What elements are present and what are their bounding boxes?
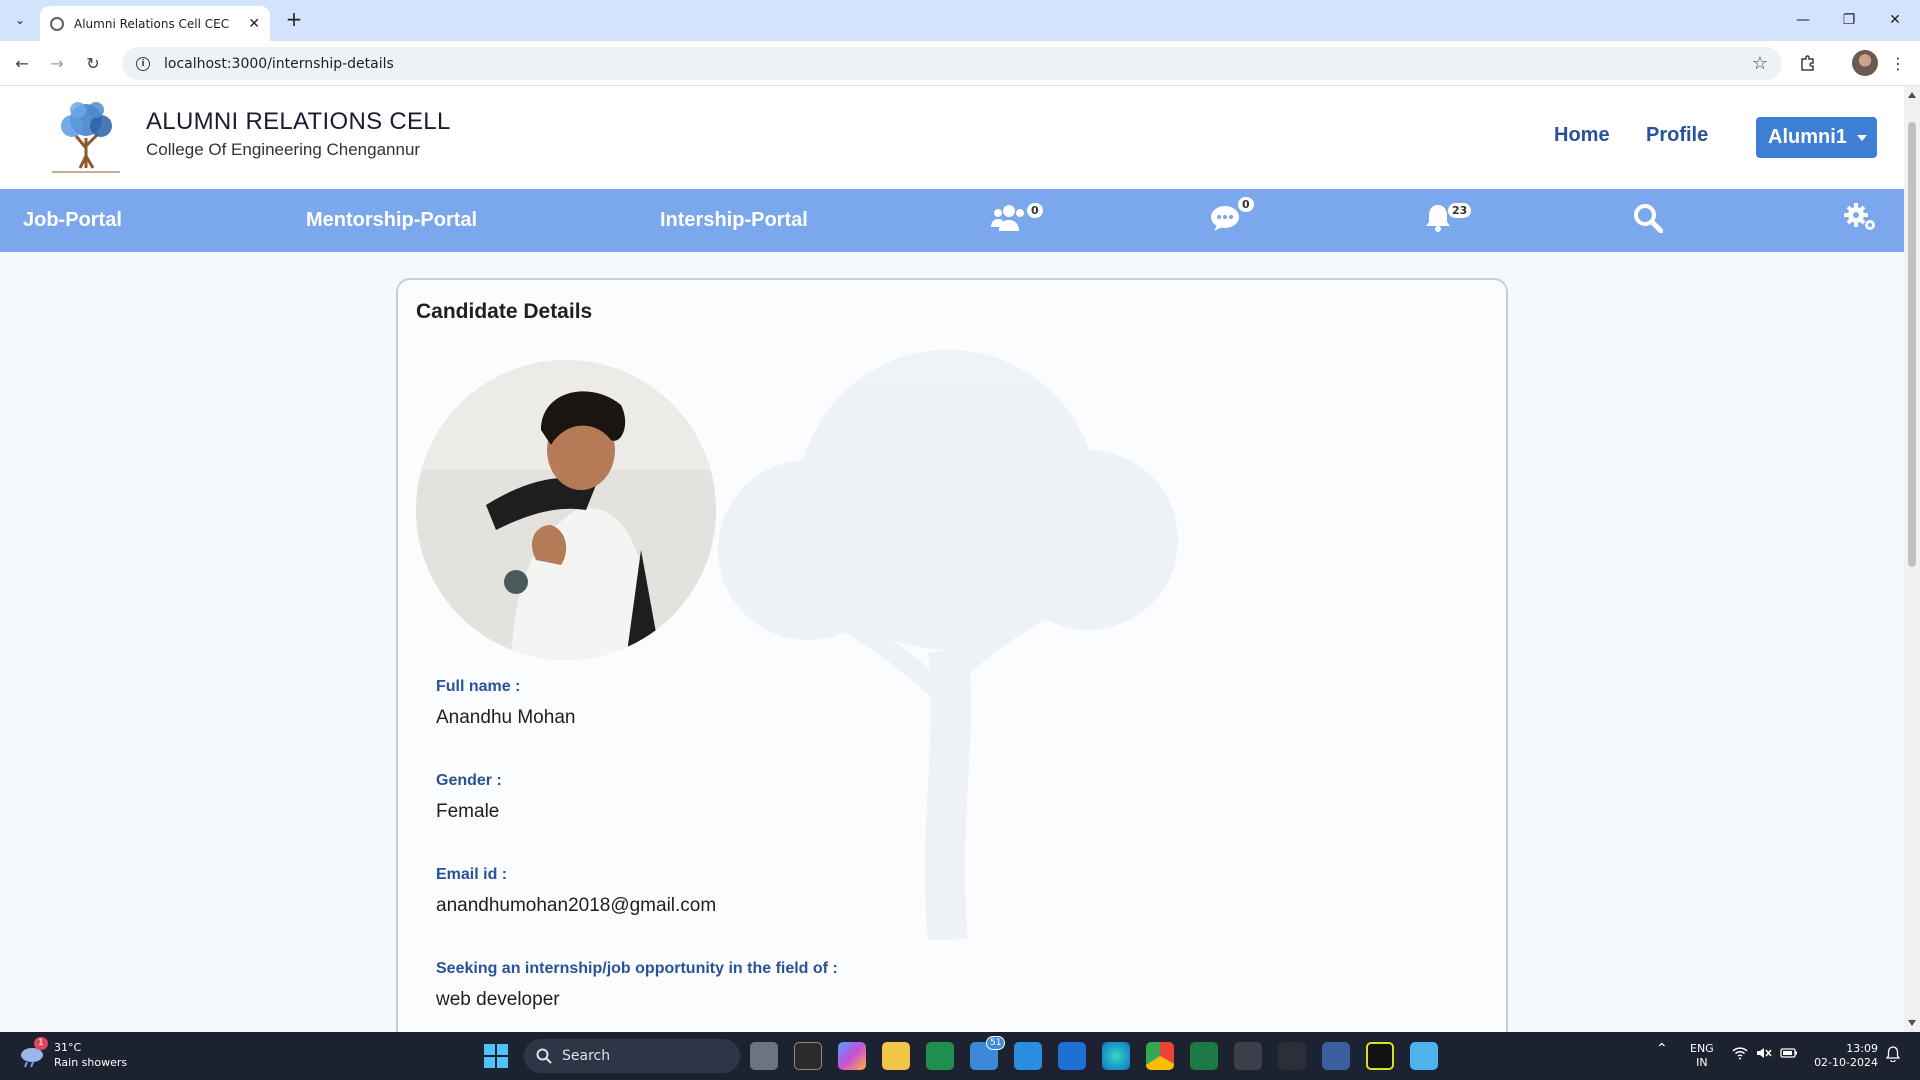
file-explorer-icon[interactable] [882, 1042, 910, 1070]
close-tab-icon[interactable]: ✕ [248, 16, 260, 32]
site-subtitle: College Of Engineering Chengannur [146, 140, 421, 159]
site-header: ALUMNI RELATIONS CELL College Of Enginee… [0, 86, 1904, 189]
field-of-interest-label: Seeking an internship/job opportunity in… [436, 960, 838, 977]
camera-icon[interactable] [1234, 1042, 1262, 1070]
mail-icon[interactable]: 51 [970, 1036, 1006, 1070]
connections-users-icon[interactable]: 0 [991, 203, 1043, 237]
home-link[interactable]: Home [1554, 124, 1610, 147]
caret-down-icon [1856, 134, 1867, 141]
full-name-value: Anandhu Mohan [436, 707, 576, 728]
clock-date: 02-10-2024 [1814, 1056, 1878, 1069]
language-bottom: IN [1696, 1056, 1708, 1069]
url-text[interactable]: localhost:3000/internship-details [164, 56, 394, 72]
settings-gears-icon[interactable] [1844, 203, 1878, 237]
scroll-down-arrow-icon[interactable] [1908, 1020, 1916, 1026]
full-name-label: Full name : [436, 678, 521, 695]
alumni-cell-logo [52, 102, 120, 173]
restore-icon[interactable]: ❐ [1826, 6, 1872, 34]
copilot-icon[interactable] [838, 1042, 866, 1070]
search-icon[interactable] [1633, 203, 1664, 237]
gender-label: Gender : [436, 772, 502, 789]
mentorship-portal-link[interactable]: Mentorship-Portal [306, 209, 477, 232]
clock-time: 13:09 [1846, 1042, 1878, 1055]
extensions-puzzle-icon[interactable] [1796, 51, 1820, 75]
tab-title: Alumni Relations Cell CEC [74, 16, 230, 31]
site-info-icon[interactable]: i [136, 56, 150, 71]
vscode-icon[interactable] [1014, 1042, 1042, 1070]
notification-center-bell-icon[interactable] [1885, 1046, 1901, 1066]
tree-watermark [718, 350, 1178, 940]
pycharm-icon[interactable] [1366, 1042, 1394, 1070]
internship-portal-link[interactable]: Intership-Portal [660, 209, 808, 232]
portal-navbar: Job-Portal Mentorship-Portal Intership-P… [0, 189, 1904, 252]
browser-tab-bar: ⌄ Alumni Relations Cell CEC ✕ + — ❐ ✕ [0, 0, 1920, 41]
back-arrow-icon[interactable]: ← [10, 51, 34, 75]
messages-chat-icon[interactable]: 0 [1210, 197, 1254, 237]
clock[interactable]: 13:09 02-10-2024 [1812, 1042, 1878, 1070]
browser-tab[interactable]: Alumni Relations Cell CEC ✕ [40, 6, 270, 41]
candidate-details-card: Candidate Details Full name : Anandhu Mo… [396, 278, 1508, 1068]
browser-menu-icon[interactable]: ⋮ [1886, 51, 1910, 75]
page-scrollbar[interactable] [1904, 86, 1920, 1032]
notepad-icon[interactable] [1410, 1042, 1438, 1070]
bookmark-star-icon[interactable]: ☆ [1752, 53, 1768, 74]
browser-profile-avatar[interactable] [1852, 50, 1878, 76]
mail-badge: 51 [986, 1036, 1006, 1050]
weather-desc: Rain showers [54, 1056, 128, 1069]
battery-icon[interactable] [1780, 1046, 1798, 1064]
globe-icon [50, 16, 64, 31]
browser-toolbar: ← → ↻ i localhost:3000/internship-detail… [0, 41, 1920, 86]
close-window-icon[interactable]: ✕ [1872, 6, 1918, 34]
language-top: ENG [1690, 1042, 1714, 1055]
windows-taskbar: 1 31°C Rain showers Search 51 ⌃ ENG IN 1… [0, 1032, 1920, 1080]
rain-cloud-icon: 1 [18, 1037, 48, 1069]
email-label: Email id : [436, 866, 508, 883]
card-title: Candidate Details [416, 300, 593, 323]
field-of-interest-value: web developer [436, 989, 560, 1010]
email-value: anandhumohan2018@gmail.com [436, 895, 717, 916]
weather-alert-badge: 1 [34, 1037, 48, 1050]
classroom-icon[interactable] [926, 1042, 954, 1070]
forward-arrow-icon[interactable]: → [45, 51, 69, 75]
excel-icon[interactable] [1190, 1042, 1218, 1070]
notifications-bell-icon[interactable]: 23 [1424, 203, 1472, 237]
taskbar-search-placeholder: Search [562, 1048, 611, 1064]
snipping-tool-icon[interactable] [1322, 1042, 1350, 1070]
terminal-icon[interactable] [794, 1042, 822, 1070]
user-dropdown-button[interactable]: Alumni1 [1756, 117, 1877, 158]
edge-icon[interactable] [1102, 1042, 1130, 1070]
volume-muted-icon[interactable] [1756, 1046, 1772, 1064]
tab-search-chevron-icon[interactable]: ⌄ [8, 8, 32, 32]
app-icon[interactable] [1278, 1042, 1306, 1070]
taskbar-search-box[interactable]: Search [524, 1039, 740, 1073]
wifi-icon[interactable] [1732, 1046, 1748, 1064]
profile-link[interactable]: Profile [1646, 124, 1708, 147]
scrollbar-thumb[interactable] [1908, 122, 1916, 567]
weather-widget[interactable]: 1 31°C Rain showers [18, 1037, 128, 1070]
windows-start-icon[interactable] [482, 1042, 510, 1070]
user-dropdown-label: Alumni1 [1768, 126, 1847, 148]
candidate-photo [416, 360, 716, 660]
chrome-icon[interactable] [1146, 1042, 1174, 1070]
connections-badge: 0 [1027, 203, 1043, 218]
reload-icon[interactable]: ↻ [81, 51, 105, 75]
gender-value: Female [436, 801, 500, 822]
job-portal-link[interactable]: Job-Portal [23, 209, 122, 232]
minimize-icon[interactable]: — [1780, 6, 1826, 34]
new-tab-plus-icon[interactable]: + [282, 8, 306, 32]
task-view-icon[interactable] [750, 1042, 778, 1070]
tray-overflow-chevron-icon[interactable]: ⌃ [1656, 1042, 1668, 1056]
weather-temp: 31°C [54, 1041, 82, 1054]
messages-badge: 0 [1238, 197, 1254, 212]
notifications-badge: 23 [1448, 203, 1472, 218]
site-title: ALUMNI RELATIONS CELL [146, 108, 451, 135]
scroll-up-arrow-icon[interactable] [1908, 92, 1916, 98]
store-icon[interactable] [1058, 1042, 1086, 1070]
taskbar-search-icon [536, 1048, 552, 1064]
language-indicator[interactable]: ENG IN [1690, 1042, 1714, 1070]
address-bar[interactable]: i localhost:3000/internship-details ☆ [122, 47, 1782, 80]
